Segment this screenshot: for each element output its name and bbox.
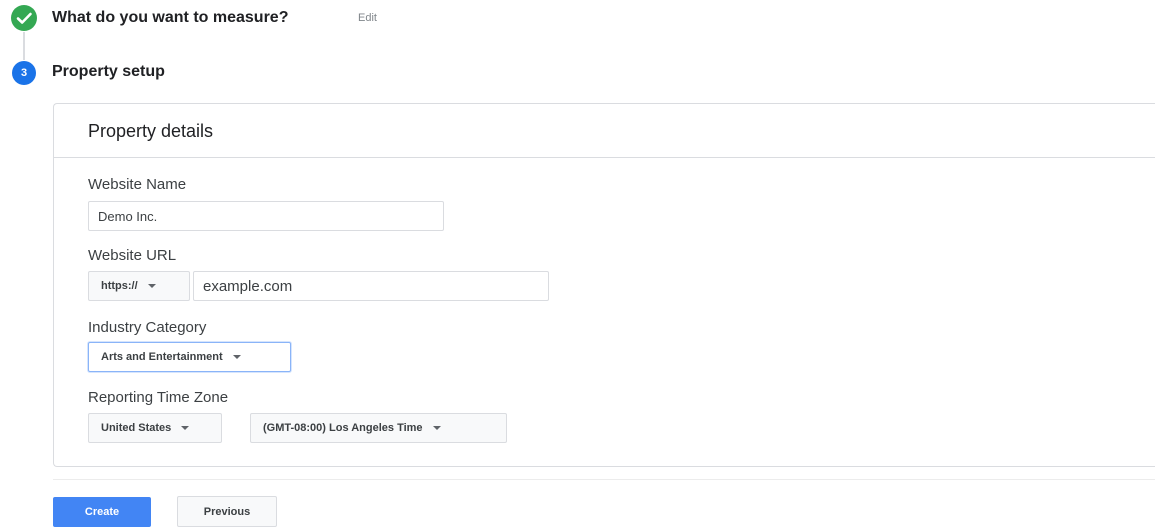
time-zone-select[interactable]: (GMT-08:00) Los Angeles Time xyxy=(250,413,507,443)
step-connector-line xyxy=(23,32,25,60)
website-name-input[interactable] xyxy=(88,201,444,231)
step-complete-check-icon xyxy=(11,5,37,31)
create-button[interactable]: Create xyxy=(53,497,151,527)
time-zone-country-select[interactable]: United States xyxy=(88,413,222,443)
step-title-property-setup: Property setup xyxy=(52,63,165,80)
industry-category-select[interactable]: Arts and Entertainment xyxy=(88,342,291,372)
website-url-label: Website URL xyxy=(88,247,177,264)
step-number-badge: 3 xyxy=(12,61,36,85)
step-title-measure: What do you want to measure? xyxy=(52,9,289,26)
previous-button[interactable]: Previous xyxy=(177,496,277,527)
edit-step-link[interactable]: Edit xyxy=(358,12,377,24)
industry-category-label: Industry Category xyxy=(88,319,207,336)
industry-category-value: Arts and Entertainment xyxy=(101,351,223,363)
property-details-card: Property details Website Name Website UR… xyxy=(53,103,1155,467)
time-zone-country-value: United States xyxy=(101,422,172,434)
reporting-time-zone-label: Reporting Time Zone xyxy=(88,389,229,406)
card-header: Property details xyxy=(54,104,1155,158)
card-title: Property details xyxy=(88,121,214,141)
website-name-label: Website Name xyxy=(88,176,187,193)
chevron-down-icon xyxy=(432,426,441,430)
url-protocol-value: https:// xyxy=(101,280,138,292)
chevron-down-icon xyxy=(147,284,156,288)
time-zone-value: (GMT-08:00) Los Angeles Time xyxy=(263,422,423,434)
actions-divider xyxy=(53,479,1155,480)
chevron-down-icon xyxy=(181,426,190,430)
url-protocol-select[interactable]: https:// xyxy=(88,271,190,301)
website-url-input[interactable] xyxy=(193,271,549,301)
chevron-down-icon xyxy=(232,355,241,359)
